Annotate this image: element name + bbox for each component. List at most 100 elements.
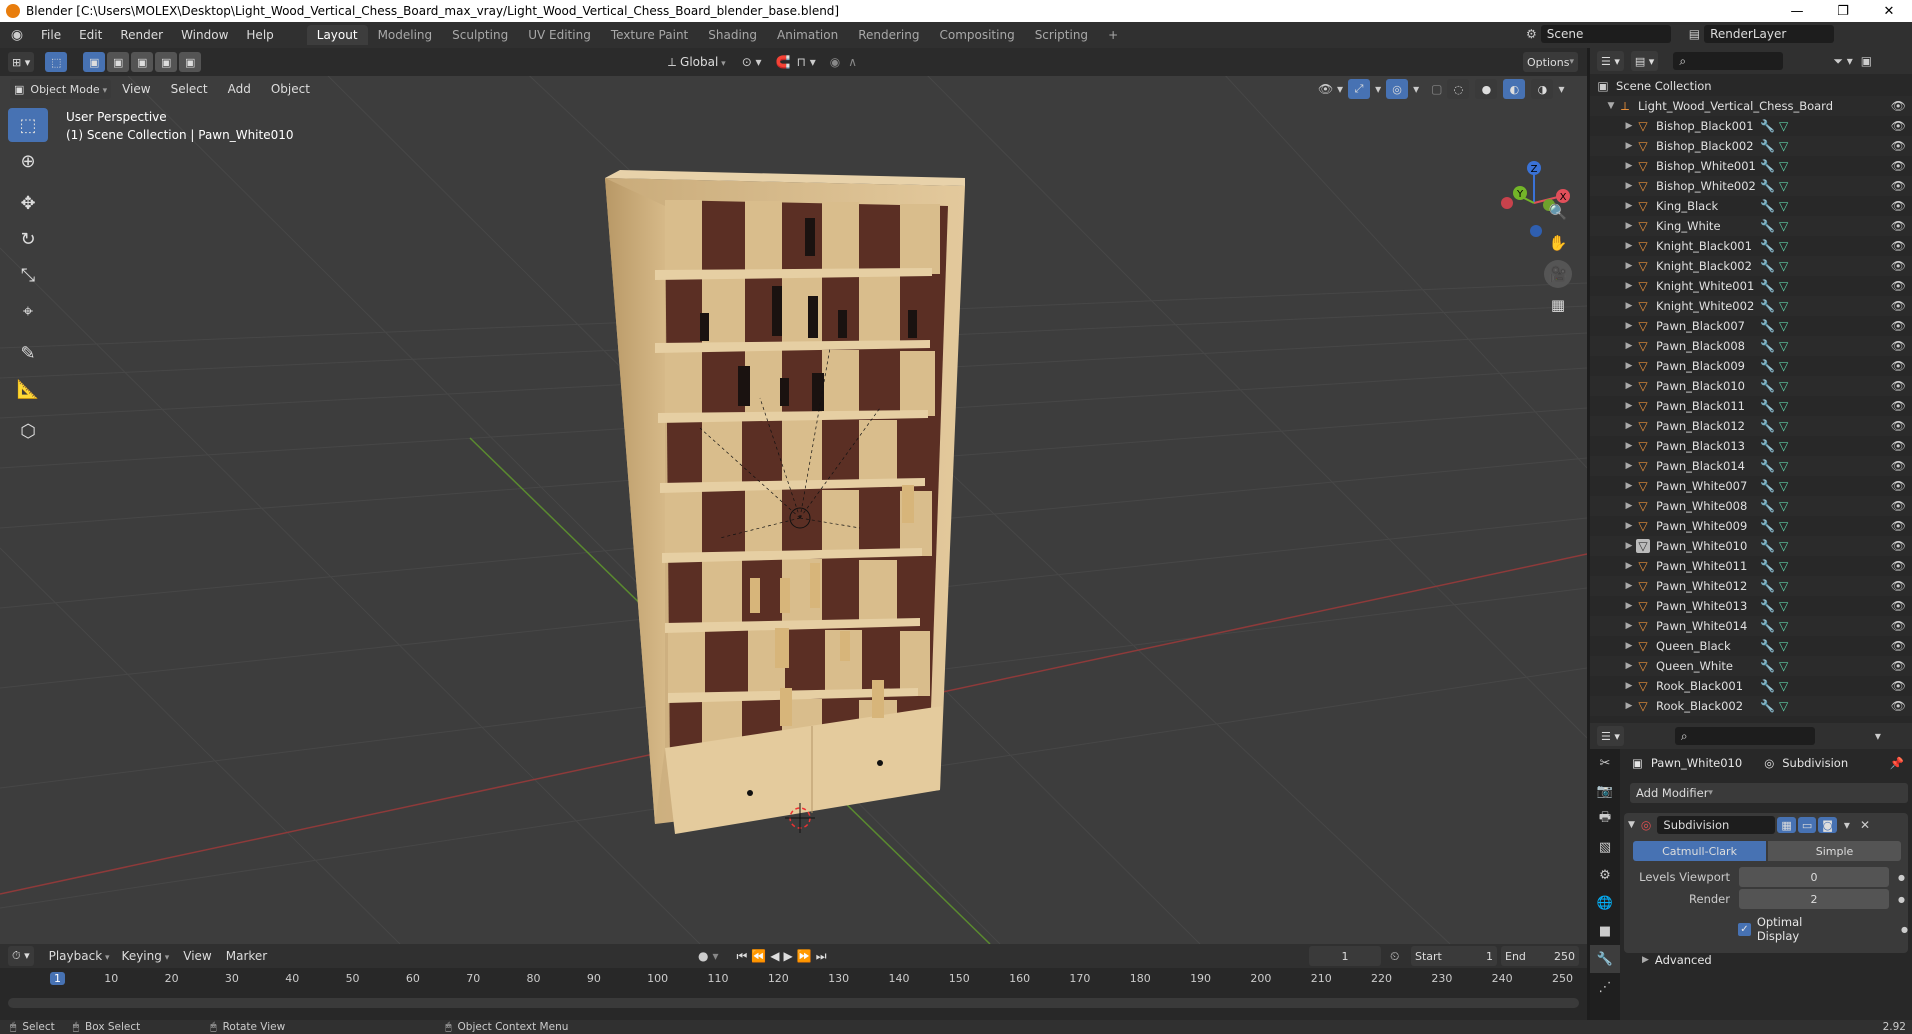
visibility-eye-icon[interactable]: 👁 <box>1891 159 1906 173</box>
select-invert-icon[interactable]: ▣ <box>155 52 178 72</box>
expand-icon[interactable]: ▶ <box>1622 441 1636 451</box>
menu-help[interactable]: Help <box>237 28 282 42</box>
tab-rendering[interactable]: Rendering <box>848 25 929 45</box>
optimal-display-checkbox[interactable]: ✓ <box>1738 922 1751 936</box>
outliner-item[interactable]: ▶ ▽ Pawn_Black010 🔧 ▽ 👁 <box>1590 376 1912 396</box>
keyframe-dot-icon[interactable]: ● <box>1898 895 1905 904</box>
chess-board-bookcase[interactable] <box>605 170 965 834</box>
mesh-data-icon[interactable]: ▽ <box>1779 579 1788 593</box>
collection-row[interactable]: ▼ ⟂ Light_Wood_Vertical_Chess_Board 👁 <box>1590 96 1912 116</box>
current-frame-field[interactable]: 1 <box>1309 946 1381 966</box>
modifier-wrench-icon[interactable]: 🔧 <box>1760 639 1775 653</box>
simple-button[interactable]: Simple <box>1768 841 1901 861</box>
mesh-data-icon[interactable]: ▽ <box>1779 339 1788 353</box>
outliner-item[interactable]: ▶ ▽ King_White 🔧 ▽ 👁 <box>1590 216 1912 236</box>
mesh-data-icon[interactable]: ▽ <box>1779 599 1788 613</box>
mesh-data-icon[interactable]: ▽ <box>1779 539 1788 553</box>
select-intersect-icon[interactable]: ▣ <box>179 52 202 72</box>
select-subtract-icon[interactable]: ▣ <box>131 52 154 72</box>
visibility-eye-icon[interactable]: 👁 <box>1891 479 1906 493</box>
snap-target-icon[interactable]: ⊓ ▾ <box>797 55 816 69</box>
next-keyframe-icon[interactable]: ⏩ <box>797 949 812 963</box>
properties-search-input[interactable]: ⌕ <box>1674 727 1815 745</box>
visibility-eye-icon[interactable]: 👁 <box>1891 519 1906 533</box>
outliner-item[interactable]: ▶ ▽ Knight_Black002 🔧 ▽ 👁 <box>1590 256 1912 276</box>
expand-icon[interactable]: ▶ <box>1622 461 1636 471</box>
mesh-data-icon[interactable]: ▽ <box>1779 639 1788 653</box>
modifier-wrench-icon[interactable]: 🔧 <box>1760 259 1775 273</box>
outliner-search-input[interactable]: ⌕ <box>1673 52 1784 70</box>
outliner-item[interactable]: ▶ ▽ Knight_White001 🔧 ▽ 👁 <box>1590 276 1912 296</box>
record-icon[interactable]: ● <box>698 949 708 963</box>
mesh-data-icon[interactable]: ▽ <box>1779 659 1788 673</box>
modifier-wrench-icon[interactable]: 🔧 <box>1760 579 1775 593</box>
mesh-data-icon[interactable]: ▽ <box>1779 319 1788 333</box>
outliner-item[interactable]: ▶ ▽ Knight_White002 🔧 ▽ 👁 <box>1590 296 1912 316</box>
tab-shading[interactable]: Shading <box>698 25 767 45</box>
mesh-data-icon[interactable]: ▽ <box>1779 159 1788 173</box>
snap-icon[interactable]: 🧲 <box>776 55 791 69</box>
overlay-toggle-icon[interactable]: ◎ <box>1386 79 1409 99</box>
visibility-eye-icon[interactable]: 👁 <box>1891 439 1906 453</box>
expand-icon[interactable]: ▶ <box>1622 681 1636 691</box>
expand-icon[interactable]: ▶ <box>1622 661 1636 671</box>
expand-icon[interactable]: ▶ <box>1622 121 1636 131</box>
xray-icon[interactable]: ▢ <box>1431 82 1442 96</box>
mesh-data-icon[interactable]: ▽ <box>1779 439 1788 453</box>
modifier-wrench-icon[interactable]: 🔧 <box>1760 319 1775 333</box>
move-tool-icon[interactable]: ✥ <box>8 186 48 220</box>
modifier-wrench-icon[interactable]: 🔧 <box>1760 519 1775 533</box>
scene-tab-icon[interactable]: ⚙ <box>1590 861 1620 889</box>
tab-uv-editing[interactable]: UV Editing <box>518 25 601 45</box>
outliner-item[interactable]: ▶ ▽ Pawn_White007 🔧 ▽ 👁 <box>1590 476 1912 496</box>
mesh-data-icon[interactable]: ▽ <box>1779 699 1788 713</box>
modifier-wrench-icon[interactable]: 🔧 <box>1760 139 1775 153</box>
expand-icon[interactable]: ▶ <box>1622 581 1636 591</box>
outliner-item[interactable]: ▶ ▽ Pawn_Black012 🔧 ▽ 👁 <box>1590 416 1912 436</box>
viewport-menu-add[interactable]: Add <box>218 82 261 96</box>
mesh-data-icon[interactable]: ▽ <box>1779 359 1788 373</box>
shading-dropdown-icon[interactable]: ▾ <box>1558 82 1564 96</box>
world-tab-icon[interactable]: 🌐 <box>1590 889 1620 917</box>
modifier-collapse-icon[interactable]: ▼ <box>1628 820 1635 830</box>
visibility-eye-icon[interactable]: 👁 <box>1891 559 1906 573</box>
expand-icon[interactable]: ▶ <box>1622 361 1636 371</box>
modifier-wrench-icon[interactable]: 🔧 <box>1760 619 1775 633</box>
modifier-wrench-icon[interactable]: 🔧 <box>1760 459 1775 473</box>
outliner-item[interactable]: ▶ ▽ Bishop_Black001 🔧 ▽ 👁 <box>1590 116 1912 136</box>
outliner-item[interactable]: ▶ ▽ King_Black 🔧 ▽ 👁 <box>1590 196 1912 216</box>
pan-hand-icon[interactable]: ✋ <box>1544 229 1572 257</box>
visibility-eye-icon[interactable]: 👁 <box>1891 459 1906 473</box>
expand-icon[interactable]: ▶ <box>1622 381 1636 391</box>
outliner-item[interactable]: ▶ ▽ Pawn_White013 🔧 ▽ 👁 <box>1590 596 1912 616</box>
modifier-wrench-icon[interactable]: 🔧 <box>1760 479 1775 493</box>
menu-window[interactable]: Window <box>172 28 237 42</box>
visibility-eye-icon[interactable]: 👁 <box>1891 499 1906 513</box>
overlay-dropdown-icon[interactable]: ▾ <box>1413 82 1419 96</box>
modifier-wrench-icon[interactable]: 🔧 <box>1760 279 1775 293</box>
mesh-data-icon[interactable]: ▽ <box>1779 379 1788 393</box>
visibility-eye-icon[interactable]: 👁 <box>1891 659 1906 673</box>
expand-icon[interactable]: ▶ <box>1622 161 1636 171</box>
outliner-item[interactable]: ▶ ▽ Pawn_White009 🔧 ▽ 👁 <box>1590 516 1912 536</box>
outliner-item[interactable]: ▶ ▽ Queen_White 🔧 ▽ 👁 <box>1590 656 1912 676</box>
visibility-eye-icon[interactable]: 👁 <box>1891 119 1906 133</box>
outliner-item[interactable]: ▶ ▽ Pawn_Black013 🔧 ▽ 👁 <box>1590 436 1912 456</box>
select-box-tool-icon[interactable]: ⬚ <box>8 108 48 142</box>
falloff-icon[interactable]: ∧ <box>848 55 857 69</box>
mesh-data-icon[interactable]: ▽ <box>1779 459 1788 473</box>
expand-icon[interactable]: ▶ <box>1622 481 1636 491</box>
visibility-icon[interactable]: 👁 ▾ <box>1318 82 1343 96</box>
maximize-button[interactable]: ❐ <box>1820 0 1866 22</box>
pivot-icon[interactable]: ⊙ ▾ <box>742 55 762 69</box>
expand-icon[interactable]: ▶ <box>1622 401 1636 411</box>
modifier-wrench-icon[interactable]: 🔧 <box>1760 559 1775 573</box>
tab-layout[interactable]: Layout <box>306 25 368 45</box>
shading-wireframe-icon[interactable]: ◌ <box>1447 79 1470 99</box>
visibility-eye-icon[interactable]: 👁 <box>1891 639 1906 653</box>
prev-keyframe-icon[interactable]: ⏪ <box>751 949 766 963</box>
proportional-edit-icon[interactable]: ◉ <box>830 55 840 69</box>
outliner-editor-type-icon[interactable]: ☰ ▾ <box>1597 51 1624 71</box>
scene-selector[interactable]: Scene <box>1540 25 1671 43</box>
catmull-clark-button[interactable]: Catmull-Clark <box>1633 841 1766 861</box>
